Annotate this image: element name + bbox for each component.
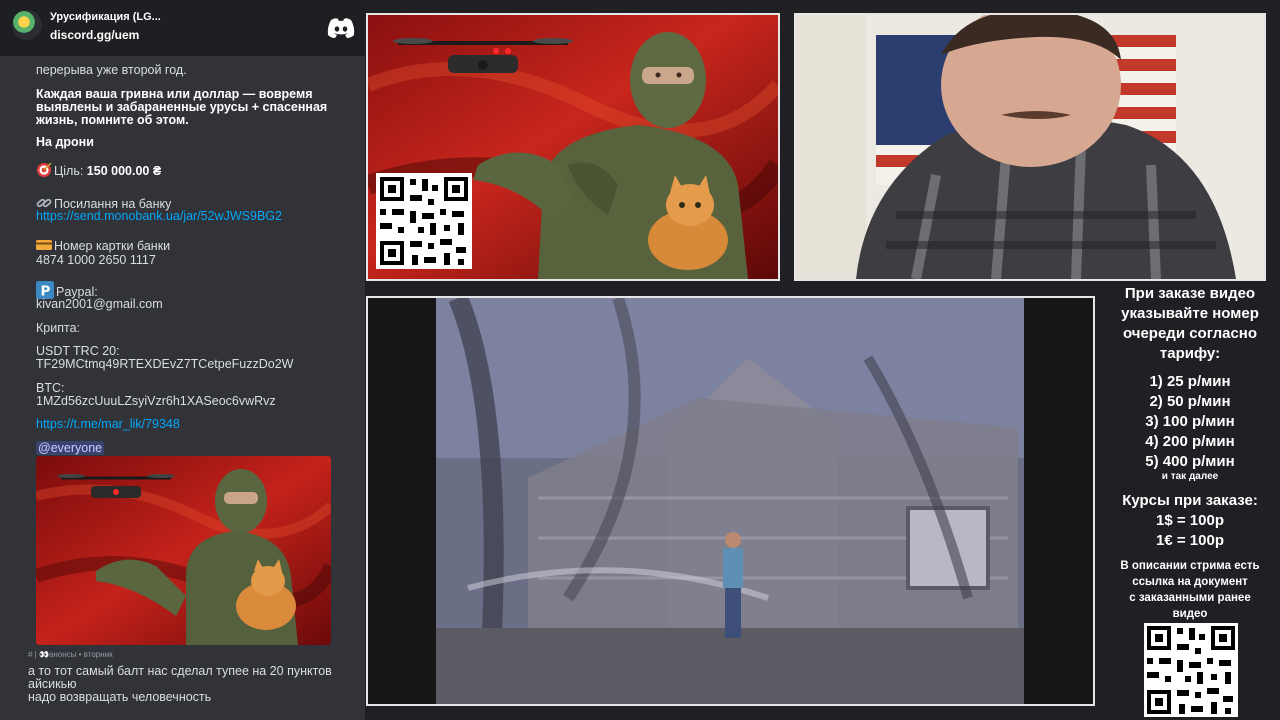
channel-tag[interactable]: # | 👀анонсы • вторник <box>28 650 113 659</box>
telegram-link[interactable]: https://t.me/mar_lik/79348 <box>36 418 351 431</box>
crypto-label: Крипта: <box>36 321 80 335</box>
video-player[interactable] <box>366 296 1095 706</box>
webcam-feed <box>794 13 1266 281</box>
rate-usd: 1$ = 100р <box>1156 512 1224 529</box>
usdt-address: TF29MCtmq49RTEXDEvZ7TCetpeFuzzDo2W <box>36 357 294 371</box>
rate-eur: 1€ = 100р <box>1156 532 1224 549</box>
order-text-2: указывайте номер <box>1121 305 1259 322</box>
order-text-4: тарифу: <box>1159 345 1221 362</box>
chat-line-2: айсикью <box>28 677 77 691</box>
donation-poster <box>366 13 780 281</box>
tariff-2: 2) 50 р/мин <box>1149 393 1231 410</box>
credit-card-icon <box>36 240 52 250</box>
webcam-image <box>796 15 1264 279</box>
discord-logo-icon <box>327 18 355 38</box>
card-number: 4874 1000 2650 1117 <box>36 253 156 267</box>
discord-header: Урусификация (LG... discord.gg/uem <box>0 0 365 56</box>
goal-line: Ціль: 150 000.00 ₴ <box>36 162 351 178</box>
tariff-3: 3) 100 р/мин <box>1145 413 1235 430</box>
message-line-cut: перерыва уже второй год. <box>36 63 187 77</box>
rates-header: Курсы при заказе: <box>1122 492 1258 509</box>
soldier-cat-poster-illustration <box>368 15 778 279</box>
video-frame-image <box>368 298 1093 704</box>
order-text-1: При заказе видео <box>1124 285 1256 302</box>
description-note-3: с заказанными ранее <box>1129 592 1251 604</box>
tariff-4: 4) 200 р/мин <box>1145 433 1235 450</box>
order-info-panel: При заказе видео указывайте номер очеред… <box>1100 283 1280 720</box>
soldier-cat-illustration <box>36 456 331 645</box>
tariff-1: 1) 25 р/мин <box>1149 373 1231 390</box>
drones-header: На дрони <box>36 135 94 149</box>
target-icon <box>37 162 52 177</box>
card-label: Номер картки банки <box>54 239 171 253</box>
and-so-on: и так далее <box>1161 471 1219 482</box>
chat-line-1: а то тот самый балт нас сделал тупее на … <box>28 664 332 678</box>
server-name: Урусификация (LG... <box>50 11 161 23</box>
server-invite-link[interactable]: discord.gg/uem <box>50 28 139 42</box>
description-note-2: ссылка на документ <box>1132 576 1248 588</box>
server-avatar[interactable] <box>12 10 42 40</box>
card-label-line: Номер картки банки <box>36 237 351 253</box>
tariff-5: 5) 400 р/мин <box>1145 453 1235 470</box>
mention-line: @everyone <box>36 441 351 455</box>
description-note-1: В описании стрима есть <box>1120 560 1260 572</box>
qr-code-donation <box>376 173 472 269</box>
bank-link[interactable]: https://send.monobank.ua/jar/52wJWS9BG2 <box>36 210 351 223</box>
goal-label: Ціль: <box>54 164 84 178</box>
goal-value: 150 000.00 ₴ <box>86 164 162 178</box>
discord-panel: Урусификация (LG... discord.gg/uem перер… <box>0 0 365 720</box>
paypal-email: kivan2001@gmail.com <box>36 297 163 311</box>
message-bold-text: Каждая ваша гривна или доллар — вовремя … <box>36 87 328 127</box>
order-text-3: очереди согласно <box>1122 325 1258 342</box>
qr-code-document[interactable] <box>1144 623 1238 717</box>
description-note-4: видео <box>1172 608 1208 620</box>
chat-line-3: надо возвращать человечность <box>28 690 212 704</box>
attached-poster-image[interactable] <box>36 456 331 645</box>
everyone-mention[interactable]: @everyone <box>36 441 105 455</box>
btc-address: 1MZd56zcUuuLZsyiVzr6h1XASeoc6vwRvz <box>36 394 276 408</box>
